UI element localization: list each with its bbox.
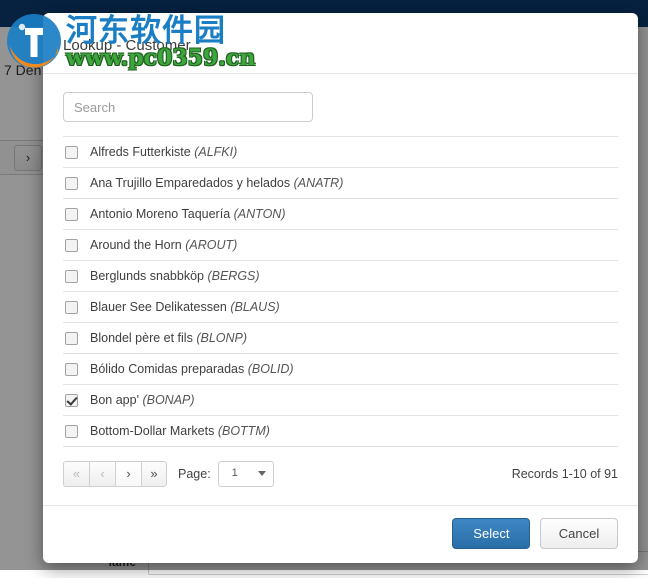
cancel-button[interactable]: Cancel — [540, 518, 618, 549]
list-item-checkbox[interactable] — [65, 393, 78, 407]
list-item[interactable]: Antonio Moreno Taquería (ANTON) — [63, 199, 618, 230]
list-item[interactable]: Bottom-Dollar Markets (BOTTM) — [63, 416, 618, 447]
page-select[interactable]: 1 — [217, 461, 274, 487]
list-item[interactable]: Alfreds Futterkiste (ALFKI) — [63, 137, 618, 168]
dialog-title: Lookup - Customer — [63, 37, 191, 54]
dialog-header: Lookup - Customer — [43, 13, 638, 74]
dialog-body: Alfreds Futterkiste (ALFKI) Ana Trujillo… — [43, 74, 638, 488]
chevron-down-icon — [257, 471, 266, 476]
next-page-button[interactable]: › — [115, 461, 141, 487]
first-page-button[interactable]: « — [63, 461, 89, 487]
list-item-checkbox[interactable] — [65, 424, 78, 438]
list-item-code: (AROUT) — [185, 238, 238, 252]
list-item-checkbox[interactable] — [65, 269, 78, 283]
page-label: Page: — [178, 467, 211, 481]
list-item[interactable]: Blondel père et fils (BLONP) — [63, 323, 618, 354]
list-item-checkbox[interactable] — [65, 207, 78, 221]
previous-page-button[interactable]: ‹ — [89, 461, 115, 487]
pagination-buttons: « ‹ › » — [63, 461, 167, 487]
list-item-label: Around the Horn (AROUT) — [90, 238, 238, 252]
list-item[interactable]: Berglunds snabbköp (BERGS) — [63, 261, 618, 292]
list-item-label: Berglunds snabbköp (BERGS) — [90, 269, 260, 283]
page-select-value: 1 — [231, 467, 238, 479]
pagination-bar: « ‹ › » Page: 1 Records 1-10 of 91 — [63, 460, 618, 488]
dialog-footer: Select Cancel — [43, 505, 638, 563]
list-item-code: (BLAUS) — [230, 300, 280, 314]
list-item-checkbox[interactable] — [65, 331, 78, 345]
list-item-code: (BOTTM) — [217, 424, 270, 438]
list-item-checkbox[interactable] — [65, 238, 78, 252]
list-item-label: Blondel père et fils (BLONP) — [90, 331, 248, 345]
list-item-checkbox[interactable] — [65, 300, 78, 314]
records-count-label: Records 1-10 of 91 — [511, 467, 618, 481]
list-item-checkbox[interactable] — [65, 145, 78, 159]
list-item-label: Bon app' (BONAP) — [90, 393, 195, 407]
list-item-code: (BLONP) — [196, 331, 248, 345]
list-item[interactable]: Around the Horn (AROUT) — [63, 230, 618, 261]
list-item-code: (BONAP) — [142, 393, 195, 407]
list-item-label: Blauer See Delikatessen (BLAUS) — [90, 300, 280, 314]
lookup-customer-dialog: Lookup - Customer Alfreds Futterkiste (A… — [43, 13, 638, 563]
last-page-button[interactable]: » — [141, 461, 167, 487]
search-input[interactable] — [63, 92, 313, 122]
list-item-code: (ANATR) — [293, 176, 344, 190]
list-item[interactable]: Bólido Comidas preparadas (BOLID) — [63, 354, 618, 385]
list-item-checkbox[interactable] — [65, 176, 78, 190]
customer-list: Alfreds Futterkiste (ALFKI) Ana Trujillo… — [63, 136, 618, 447]
list-item[interactable]: Bon app' (BONAP) — [63, 385, 618, 416]
list-item-label: Bottom-Dollar Markets (BOTTM) — [90, 424, 270, 438]
list-item-label: Alfreds Futterkiste (ALFKI) — [90, 145, 238, 159]
list-item-label: Ana Trujillo Emparedados y helados (ANAT… — [90, 176, 344, 190]
list-item-label: Bólido Comidas preparadas (BOLID) — [90, 362, 294, 376]
list-item-code: (ALFKI) — [194, 145, 238, 159]
list-item[interactable]: Ana Trujillo Emparedados y helados (ANAT… — [63, 168, 618, 199]
list-item-code: (ANTON) — [233, 207, 286, 221]
list-item-checkbox[interactable] — [65, 362, 78, 376]
list-item-label: Antonio Moreno Taquería (ANTON) — [90, 207, 286, 221]
list-item-code: (BERGS) — [207, 269, 260, 283]
list-item[interactable]: Blauer See Delikatessen (BLAUS) — [63, 292, 618, 323]
select-button[interactable]: Select — [452, 518, 531, 549]
list-item-code: (BOLID) — [247, 362, 294, 376]
